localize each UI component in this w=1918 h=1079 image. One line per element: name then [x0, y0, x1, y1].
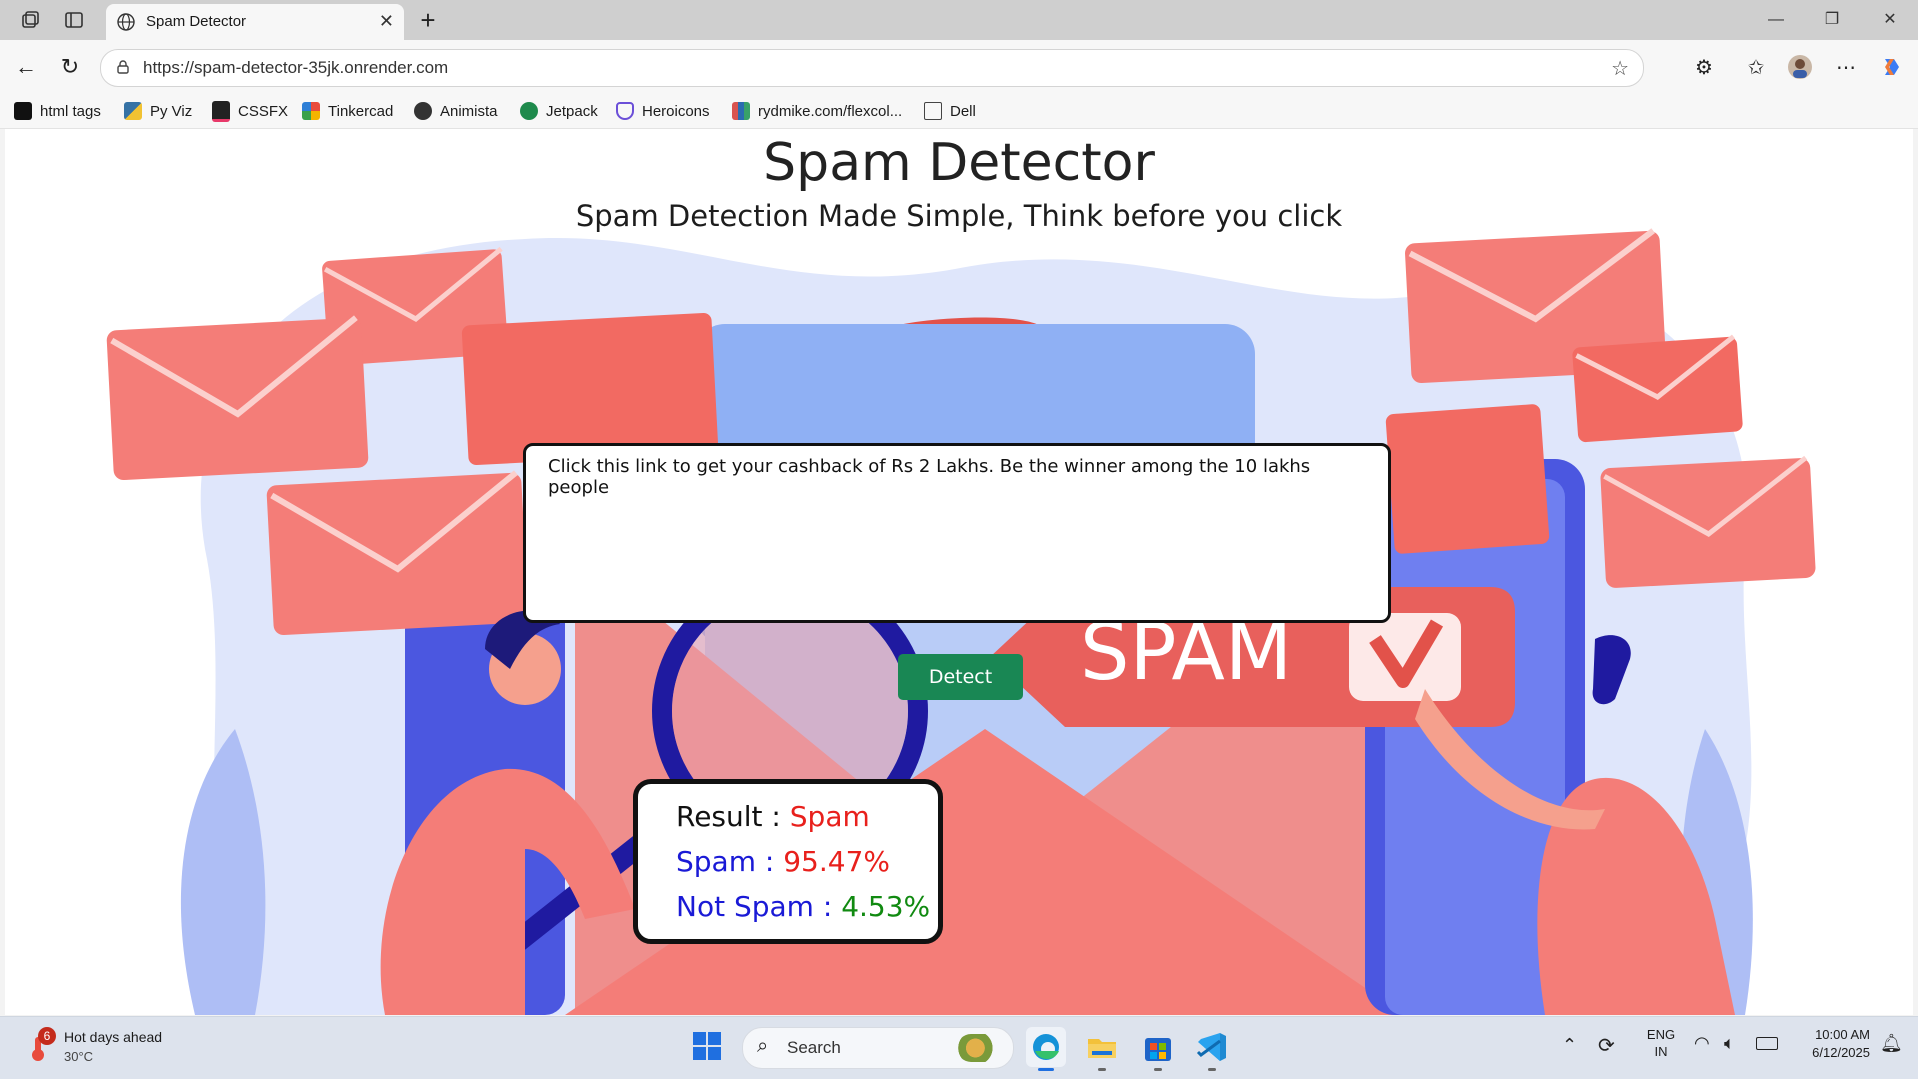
page-viewport: SPAM Spam Detector Spam Detection Made S…	[5, 129, 1913, 1015]
bookmarks-bar: html tags Py Viz CSSFX Tinkercad Animist…	[0, 94, 1918, 129]
clock[interactable]: 10:00 AM 6/12/2025	[1796, 1027, 1870, 1067]
weather-badge: 6	[38, 1027, 56, 1045]
weather-widget[interactable]: 6 Hot days ahead 30°C	[22, 1025, 192, 1071]
flexcolor-icon	[732, 102, 750, 120]
bookmark-label: Py Viz	[150, 102, 193, 120]
url-text: https://spam-detector-35jk.onrender.com	[143, 58, 449, 77]
heroicons-icon	[616, 102, 634, 120]
bookmark-label: Heroicons	[642, 102, 710, 120]
weather-temp: 30°C	[64, 1049, 94, 1064]
address-bar[interactable]: https://spam-detector-35jk.onrender.com …	[100, 49, 1644, 87]
cssfx-icon	[212, 100, 230, 122]
detect-button[interactable]: Detect	[898, 654, 1023, 700]
clock-date: 6/12/2025	[1812, 1045, 1870, 1060]
message-input[interactable]: Click this link to get your cashback of …	[523, 443, 1391, 623]
envelope-icon	[1572, 334, 1743, 443]
animista-icon	[414, 102, 432, 120]
check-box-icon	[1349, 613, 1461, 701]
chevron-up-icon[interactable]: ⌃	[1562, 1035, 1577, 1056]
globe-icon	[117, 13, 135, 31]
copilot-icon[interactable]	[1878, 53, 1906, 81]
envelope-icon	[266, 470, 529, 636]
envelope-icon	[106, 315, 369, 481]
bookmark-html-tags[interactable]: html tags	[14, 101, 101, 121]
language-bottom: IN	[1654, 1044, 1668, 1059]
result-card: Result : Spam Spam : 95.47% Not Spam : 4…	[633, 779, 943, 944]
browser-toolbar: ← ↻ https://spam-detector-35jk.onrender.…	[0, 40, 1918, 94]
volume-icon[interactable]: 🔈︎	[1724, 1033, 1735, 1054]
spam-line: Spam : 95.47%	[676, 845, 938, 890]
vertical-tabs-icon[interactable]	[62, 8, 86, 32]
envelope-icon	[1600, 455, 1816, 588]
bookmark-label: Jetpack	[546, 102, 598, 120]
bookmark-animista[interactable]: Animista	[414, 101, 498, 121]
favorites-icon[interactable]: ✩	[1742, 53, 1770, 81]
file-explorer-icon[interactable]	[1082, 1027, 1122, 1071]
bookmark-label: CSSFX	[238, 102, 289, 120]
notification-bell-icon[interactable]: 🔔︎	[1880, 1033, 1903, 1054]
new-tab-icon[interactable]: +	[414, 5, 442, 35]
more-options-icon[interactable]: ⋯	[1832, 53, 1860, 81]
tab-bar: Spam Detector ✕ + — ❐ ✕	[0, 0, 1918, 40]
bookmark-jetpack[interactable]: Jetpack	[520, 101, 598, 121]
close-window-icon[interactable]: ✕	[1870, 8, 1910, 32]
not-spam-line: Not Spam : 4.53%	[676, 890, 938, 935]
page-subtitle: Spam Detection Made Simple, Think before…	[575, 199, 1343, 233]
close-tab-icon[interactable]: ✕	[379, 11, 394, 32]
language-top: ENG	[1646, 1027, 1676, 1042]
search-icon: ⌕	[757, 1035, 769, 1057]
edge-app-icon[interactable]	[1026, 1027, 1066, 1071]
search-highlight-icon	[957, 1034, 1003, 1062]
not-spam-label: Not Spam :	[676, 890, 833, 923]
sync-icon[interactable]: ⟳	[1598, 1033, 1615, 1058]
search-placeholder: Search	[787, 1038, 841, 1057]
bookmark-label: Animista	[440, 102, 498, 120]
windows-logo-icon	[693, 1032, 721, 1060]
bookmark-tinkercad[interactable]: Tinkercad	[302, 101, 393, 121]
bookmark-heroicons[interactable]: Heroicons	[616, 101, 710, 121]
taskbar-search[interactable]: ⌕ Search	[742, 1027, 1014, 1069]
bookmark-label: rydmike.com/flexcol...	[758, 102, 903, 120]
bookmark-label: html tags	[40, 102, 101, 120]
folder-icon	[924, 102, 942, 120]
bookmark-label: Tinkercad	[328, 102, 394, 120]
favorite-star-icon[interactable]: ☆	[1611, 56, 1629, 81]
windows-taskbar: 6 Hot days ahead 30°C ⌕ Search ⌃ ⟳ ENG I…	[0, 1016, 1918, 1079]
bookmark-label: Dell	[950, 102, 976, 120]
profile-avatar[interactable]	[1786, 53, 1814, 81]
vscode-icon[interactable]	[1192, 1027, 1232, 1071]
weather-title: Hot days ahead	[64, 1029, 163, 1045]
envelope-icon	[1385, 404, 1550, 554]
back-icon[interactable]: ←	[12, 53, 40, 81]
spam-label: Spam :	[676, 845, 775, 878]
bookmark-py-viz[interactable]: Py Viz	[124, 101, 192, 121]
spam-percentage: 95.47%	[783, 845, 890, 878]
workspaces-icon[interactable]	[18, 8, 42, 32]
not-spam-percentage: 4.53%	[841, 890, 931, 923]
language-indicator[interactable]: ENG IN	[1644, 1027, 1678, 1067]
extensions-icon[interactable]: ⚙	[1690, 53, 1718, 81]
tab-title: Spam Detector	[146, 13, 247, 30]
bookmark-flexcolor[interactable]: rydmike.com/flexcol...	[732, 101, 902, 121]
refresh-icon[interactable]: ↻	[56, 53, 84, 81]
browser-tab[interactable]: Spam Detector ✕	[106, 4, 404, 40]
html-tags-icon	[14, 102, 32, 120]
wifi-icon[interactable]: ◠	[1694, 1033, 1710, 1054]
result-label: Result :	[676, 800, 781, 833]
page-title: Spam Detector	[763, 133, 1155, 193]
jetpack-icon	[520, 102, 538, 120]
tinkercad-icon	[302, 102, 320, 120]
battery-icon[interactable]	[1756, 1037, 1778, 1050]
bookmark-dell[interactable]: Dell	[924, 101, 976, 121]
site-info-icon[interactable]	[115, 59, 131, 75]
store-icon[interactable]	[1138, 1027, 1178, 1071]
python-icon	[124, 102, 142, 120]
result-line: Result : Spam	[676, 800, 938, 845]
result-value: Spam	[789, 800, 870, 833]
restore-icon[interactable]: ❐	[1812, 8, 1852, 32]
bookmark-cssfx[interactable]: CSSFX	[212, 100, 289, 122]
start-button[interactable]	[692, 1031, 724, 1063]
minimize-icon[interactable]: —	[1756, 8, 1796, 32]
clock-time: 10:00 AM	[1815, 1027, 1870, 1042]
